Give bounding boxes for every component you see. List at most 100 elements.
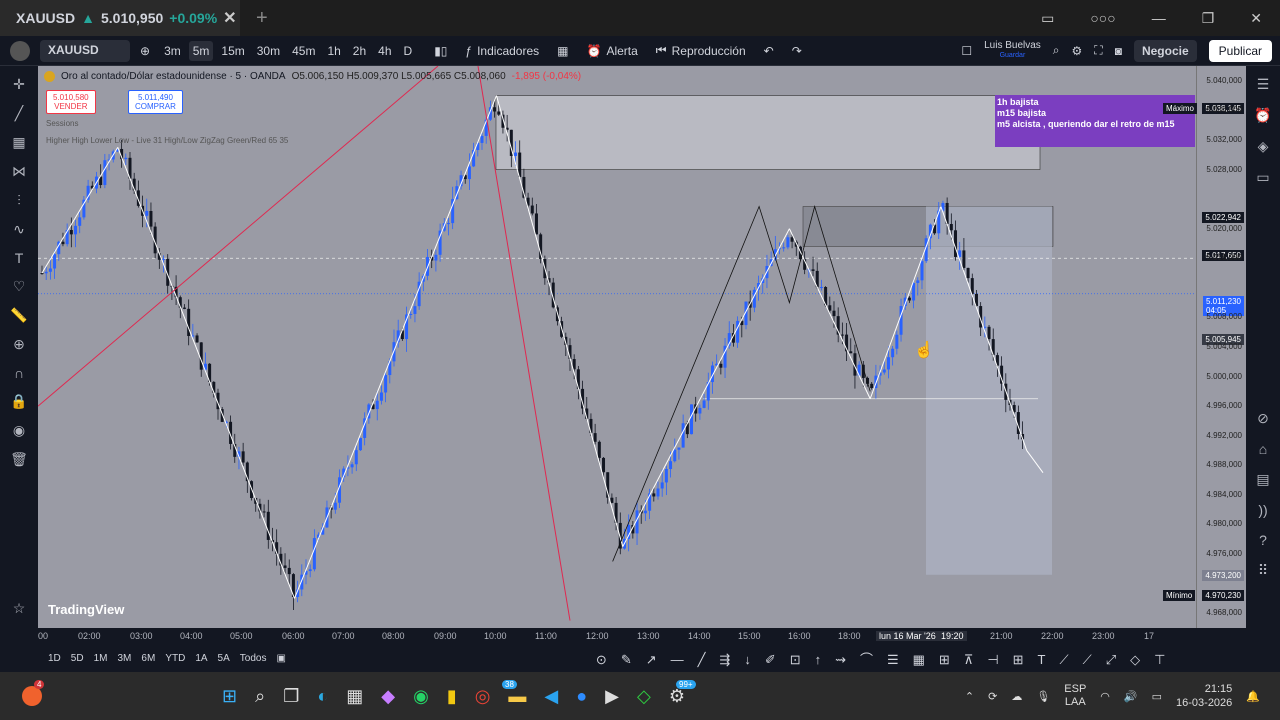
forecast-icon[interactable]: ⫶ xyxy=(17,192,21,209)
minimize-icon[interactable]: — xyxy=(1152,10,1166,26)
tf-4h[interactable]: 4h xyxy=(374,41,395,61)
close-window-icon[interactable]: ✕ xyxy=(1250,10,1262,27)
magnet-icon[interactable]: ∩ xyxy=(14,365,24,381)
calendar-icon[interactable]: ▤ xyxy=(1256,471,1269,488)
clock[interactable]: 21:15 16-03-2026 xyxy=(1176,682,1232,710)
edge-icon[interactable]: ◐ xyxy=(317,686,328,707)
alert-button[interactable]: ⏰ Alerta xyxy=(586,44,637,58)
eye-icon[interactable]: ◉ xyxy=(13,422,25,439)
browser-tab[interactable]: XAUUSD ▲ 5.010,950 +0.09% ✕ xyxy=(0,0,240,36)
search-taskbar-icon[interactable]: ⌕ xyxy=(255,686,265,707)
range-5D[interactable]: 5D xyxy=(71,653,84,664)
telegram-icon[interactable]: ◀ xyxy=(544,686,558,707)
date-range-icon[interactable]: ▣ xyxy=(276,653,285,664)
zigzag-indicator[interactable]: Higher High Lower Low - Live 31 High/Low… xyxy=(46,136,288,145)
range-6M[interactable]: 6M xyxy=(141,653,155,664)
tf-15m[interactable]: 15m xyxy=(217,41,248,61)
time-axis[interactable]: 00 02:00 03:00 04:00 05:00 06:00 07:00 08:00 09:… xyxy=(38,628,1246,646)
volume-icon[interactable]: 🔊 xyxy=(1124,690,1138,703)
mic-icon[interactable]: 🎙 xyxy=(1036,690,1050,703)
whatsapp-icon[interactable]: ◉ xyxy=(413,686,429,707)
layout-icon[interactable]: ▭ xyxy=(1041,10,1054,27)
ideas-icon[interactable]: ⌂ xyxy=(1259,441,1267,457)
sell-button[interactable]: 5.010,580 VENDER xyxy=(46,90,96,114)
lock-icon[interactable]: 🔒 xyxy=(10,393,27,410)
redo-icon[interactable]: ↷ xyxy=(792,44,802,58)
chevron-up-icon[interactable]: ⌃ xyxy=(965,690,974,703)
camera-icon[interactable]: ◙ xyxy=(1115,44,1122,58)
avatar[interactable] xyxy=(10,40,30,61)
replay-button[interactable]: ⏮ Reproducción xyxy=(656,43,746,58)
range-1M[interactable]: 1M xyxy=(94,653,108,664)
tf-D[interactable]: D xyxy=(400,41,417,61)
favorites-star-icon[interactable]: ☆ xyxy=(13,600,26,617)
sync-icon[interactable]: ⟳ xyxy=(988,690,997,703)
fullscreen-checkbox-icon[interactable]: ☐ xyxy=(961,44,972,58)
help-icon[interactable]: ? xyxy=(1259,532,1267,548)
tf-1h[interactable]: 1h xyxy=(323,41,344,61)
start-icon[interactable]: ⊞ xyxy=(222,686,237,707)
chart-type-icon[interactable]: ▮▯ xyxy=(434,44,447,58)
wifi-icon[interactable]: ◠ xyxy=(1100,690,1110,703)
battery-icon[interactable]: ▭ xyxy=(1152,690,1162,703)
range-YTD[interactable]: YTD xyxy=(165,653,185,664)
task-view-icon[interactable]: ❐ xyxy=(283,686,299,707)
tf-5m[interactable]: 5m xyxy=(188,40,214,61)
notification-icon[interactable]: 🔔 xyxy=(1246,690,1260,703)
brush-icon[interactable]: ∿ xyxy=(13,221,25,238)
undo-icon[interactable]: ↶ xyxy=(764,44,774,58)
close-tab-icon[interactable]: ✕ xyxy=(223,8,236,28)
buy-button[interactable]: 5.011,490 COMPRAR xyxy=(128,90,183,114)
grid-tool-icon[interactable]: ▦ xyxy=(12,134,25,151)
sessions-indicator[interactable]: Sessions xyxy=(46,119,78,128)
trade-button[interactable]: Negocie xyxy=(1133,39,1197,62)
publish-button[interactable]: Publicar xyxy=(1208,39,1272,62)
range-5A[interactable]: 5A xyxy=(218,653,230,664)
heart-icon[interactable]: ♡ xyxy=(13,278,26,295)
tf-3m[interactable]: 3m xyxy=(160,41,185,61)
range-all[interactable]: Todos xyxy=(240,653,267,664)
text-icon[interactable]: T xyxy=(15,250,24,266)
search-icon[interactable]: ⌕ xyxy=(1053,43,1060,58)
pattern-icon[interactable]: ⋈ xyxy=(12,163,26,180)
apps-grid-icon[interactable]: ⠿ xyxy=(1258,562,1268,579)
price-axis[interactable]: 5.038,145 5.022,942 5.017,650 5.011,230 0… xyxy=(1196,66,1246,628)
indicators-button[interactable]: ƒ Indicadores xyxy=(465,44,539,58)
more-icon[interactable]: ○○○ xyxy=(1090,10,1115,26)
price-chart[interactable]: Oro al contado/Dólar estadounidense · 5 … xyxy=(38,66,1196,628)
restore-icon[interactable]: ❐ xyxy=(1202,10,1215,27)
brave-icon[interactable] xyxy=(22,686,42,706)
fullscreen-icon[interactable]: ⛶ xyxy=(1094,43,1102,58)
trash-icon[interactable]: 🗑 xyxy=(10,451,28,468)
store-icon[interactable]: ▦ xyxy=(346,686,363,707)
range-1A[interactable]: 1A xyxy=(195,653,207,664)
zoom-icon-app[interactable]: ● xyxy=(576,686,587,707)
chat-icon[interactable]: ▭ xyxy=(1256,169,1269,186)
zoom-icon[interactable]: ⊕ xyxy=(13,336,25,353)
add-symbol-icon[interactable]: ⊕ xyxy=(140,44,150,58)
m365-icon[interactable]: ◆ xyxy=(381,686,395,707)
layers-icon[interactable]: ◈ xyxy=(1258,138,1269,155)
tf-2h[interactable]: 2h xyxy=(349,41,370,61)
language-indicator[interactable]: ESP LAA xyxy=(1064,683,1086,709)
user-menu[interactable]: Luis Buelvas Guardar xyxy=(984,41,1041,60)
layouts-icon[interactable]: ▦ xyxy=(557,44,568,58)
settings-gear-icon[interactable]: ⚙ xyxy=(1072,44,1083,58)
range-1D[interactable]: 1D xyxy=(48,653,61,664)
powerbi-icon[interactable]: ▮ xyxy=(447,686,457,707)
chrome-icon[interactable]: ◎ xyxy=(475,686,491,707)
new-tab-button[interactable]: + xyxy=(256,7,268,30)
chart-canvas[interactable] xyxy=(38,66,1196,628)
compass-icon[interactable]: ⊘ xyxy=(1257,410,1269,427)
tradingview-app-icon[interactable]: ▶ xyxy=(605,686,619,707)
symbol-search[interactable]: XAUUSD xyxy=(40,39,130,62)
ruler-icon[interactable]: 📏 xyxy=(10,307,27,324)
tf-45m[interactable]: 45m xyxy=(288,41,319,61)
app-green-icon[interactable]: ◇ xyxy=(637,686,651,707)
drawing-tools-strip[interactable]: ⊙✎↗—╱⇶↓✐⊡↑⇝⌒☰▦⊞⊼⊣⊞T⟋⟋⤢◇⊤ xyxy=(596,649,1180,668)
signal-icon[interactable]: )) xyxy=(1258,502,1267,518)
watchlist-icon[interactable]: ☰ xyxy=(1257,76,1270,93)
trendline-icon[interactable]: ╱ xyxy=(15,105,23,122)
cloud-icon[interactable]: ☁ xyxy=(1011,690,1022,703)
alerts-clock-icon[interactable]: ⏰ xyxy=(1254,107,1271,124)
